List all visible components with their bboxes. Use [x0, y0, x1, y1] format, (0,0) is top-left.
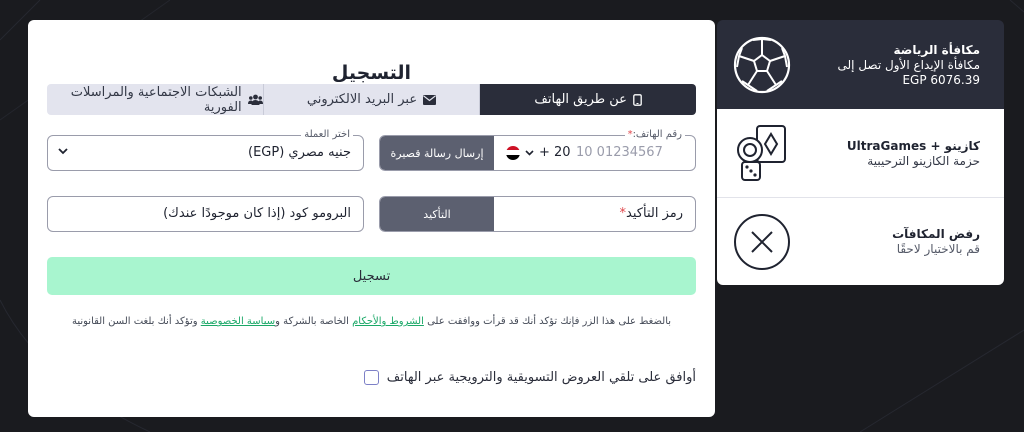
consent-label: أوافق على تلقي العروض التسويقية والترويج…: [386, 370, 696, 385]
tab-email[interactable]: عبر البريد الالكتروني: [262, 84, 480, 115]
close-circle-icon: [731, 211, 793, 273]
consent-checkbox[interactable]: [363, 370, 379, 385]
registration-card: التسجيل عن طريق الهاتف عبر البريد الالكت…: [28, 20, 715, 417]
phone-field-legend: رقم الهاتف:*: [624, 128, 685, 142]
confirmation-code-input[interactable]: رمز التأكيد*: [620, 206, 683, 221]
chevron-down-icon: [525, 149, 534, 156]
users-icon: [247, 94, 263, 105]
bonus-option-casino[interactable]: كازينو + UltraGames حزمة الكازينو الترحي…: [717, 109, 1004, 198]
bonus-option-reject[interactable]: رفض المكافآت قم بالاختيار لاحقًا: [717, 198, 1004, 285]
promo-code-field[interactable]: البرومو كود (إذا كان موجودًا عندك): [47, 196, 364, 232]
bonus-sport-title: مكافأة الرياضة: [893, 42, 980, 57]
marketing-consent[interactable]: أوافق على تلقي العروض التسويقية والترويج…: [363, 370, 696, 385]
soccer-ball-icon: [731, 34, 793, 96]
confirm-button[interactable]: التأكيد: [380, 197, 494, 231]
tab-social-label: الشبكات الاجتماعية والمراسلات الفورية: [70, 84, 242, 115]
bonus-sport-description: مكافأة الإيداع الأول تصل إلى: [837, 57, 980, 72]
bonus-casino-description: حزمة الكازينو الترحيبية: [867, 153, 980, 168]
phone-field[interactable]: رقم الهاتف:* 10 01234567 + 20 إرسال رسال…: [379, 128, 696, 171]
terms-link[interactable]: الشروط والأحكام: [352, 316, 424, 327]
registration-tabs: عن طريق الهاتف عبر البريد الالكتروني الش…: [47, 84, 696, 115]
egypt-flag-icon: [506, 145, 520, 160]
tab-social[interactable]: الشبكات الاجتماعية والمراسلات الفورية: [47, 84, 263, 115]
legal-text: بالضغط على هذا الزر فإنك تؤكد أنك قد قرأ…: [71, 316, 672, 327]
bonus-option-sport[interactable]: مكافأة الرياضة مكافأة الإيداع الأول تصل …: [717, 20, 1004, 109]
bonus-sport-amount: EGP 6076.39: [902, 72, 980, 87]
tab-email-label: عبر البريد الالكتروني: [306, 92, 418, 107]
register-button[interactable]: تسجيل: [47, 257, 696, 295]
currency-field-legend: اختر العملة: [301, 128, 353, 142]
country-code: + 20: [539, 145, 571, 160]
chevron-down-icon: [58, 148, 68, 155]
phone-input[interactable]: 10 01234567: [576, 145, 663, 160]
privacy-policy-link[interactable]: سياسة الخصوصية: [201, 316, 275, 327]
currency-select[interactable]: اختر العملة جنيه مصري (EGP): [47, 128, 364, 171]
tab-phone-label: عن طريق الهاتف: [534, 92, 627, 107]
page-title: التسجيل: [331, 62, 412, 84]
bonus-reject-description: قم بالاختيار لاحقًا: [896, 242, 980, 256]
bonus-reject-title: رفض المكافآت: [892, 227, 980, 241]
currency-value: جنيه مصري (EGP): [248, 145, 351, 160]
tab-phone[interactable]: عن طريق الهاتف: [479, 84, 696, 115]
confirmation-code-field[interactable]: رمز التأكيد* التأكيد: [379, 196, 696, 232]
envelope-icon: [423, 94, 437, 105]
bonus-casino-title: كازينو + UltraGames: [846, 138, 980, 153]
casino-icon: [731, 122, 793, 184]
bonus-panel: مكافأة الرياضة مكافأة الإيداع الأول تصل …: [717, 20, 1004, 285]
phone-icon: [633, 93, 642, 106]
send-sms-button[interactable]: إرسال رسالة قصيرة: [380, 136, 494, 170]
promo-code-input[interactable]: البرومو كود (إذا كان موجودًا عندك): [163, 206, 351, 221]
country-code-selector[interactable]: + 20: [506, 145, 571, 160]
